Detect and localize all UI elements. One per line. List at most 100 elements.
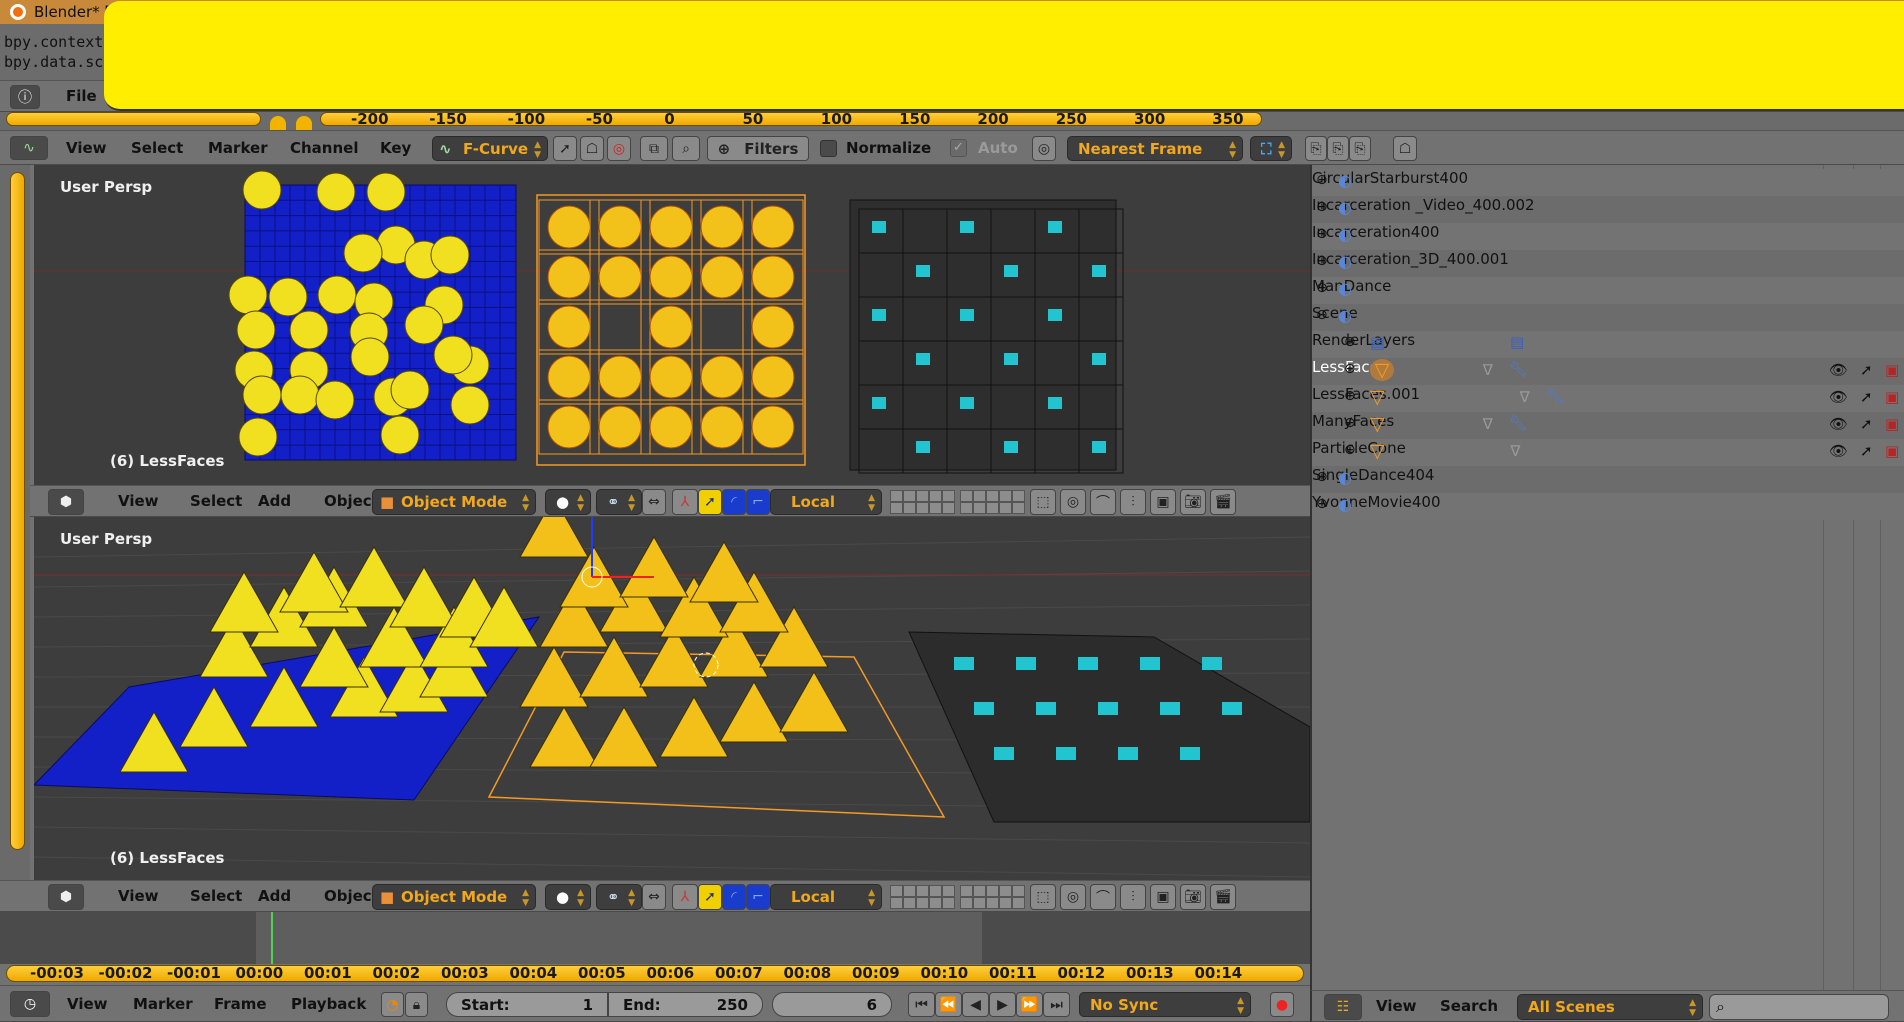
outliner-item[interactable]: ⊕ ▽ ManyFaces ∇ 🔧︎ 👁︎ ➚ ▣ (1312, 412, 1904, 439)
menu-view[interactable]: View (66, 139, 107, 157)
wrench-icon[interactable]: 🔧︎ (1509, 360, 1528, 378)
view3d-editor-icon[interactable]: ⬢ (48, 884, 84, 910)
render-icon[interactable]: 📷︎ (1180, 489, 1206, 515)
layer-button[interactable] (929, 490, 942, 502)
layer-button[interactable] (960, 885, 973, 897)
mesh-data-icon[interactable]: ∇ (1520, 388, 1530, 406)
expand-icon[interactable]: ⊕ (1316, 199, 1328, 215)
pivot-icon[interactable]: ◎ (1032, 136, 1056, 161)
menu-marker[interactable]: Marker (208, 139, 268, 157)
mesh-data-icon[interactable]: ∇ (1483, 415, 1493, 433)
layer-button[interactable] (942, 897, 955, 909)
filters-button[interactable]: ⊕ Filters (707, 136, 809, 161)
ghost-icon[interactable]: ☖ (580, 136, 604, 161)
scale-manipulator-icon[interactable]: ⌐ (746, 489, 770, 515)
layer-button[interactable] (916, 897, 929, 909)
layer-button[interactable] (986, 490, 999, 502)
menu-add[interactable]: Add (258, 887, 291, 905)
pivot-dropdown[interactable]: ⚭ ▲ ▼ (596, 489, 642, 515)
menu-object[interactable]: Object (324, 492, 379, 510)
proportional-edit-icon[interactable]: ◎ (1060, 884, 1086, 910)
objects-icon[interactable]: ⧉ (640, 136, 668, 161)
layer-button[interactable] (973, 897, 986, 909)
shading-dropdown[interactable]: ● ▲ ▼ (545, 489, 591, 515)
outliner-item[interactable]: ⊖ ◐ Scene (1312, 304, 1904, 331)
timeline-editor-icon[interactable]: ◷ (10, 991, 50, 1017)
lock-camera-icon[interactable]: ⬚ (1030, 489, 1056, 515)
menu-view[interactable]: View (1376, 997, 1417, 1015)
start-frame-field[interactable]: Start: 1 (446, 992, 608, 1017)
menu-channel[interactable]: Channel (290, 139, 358, 157)
display-mode-dropdown[interactable]: All Scenes ▲ ▼ (1517, 994, 1703, 1020)
lock-camera-icon[interactable]: ⬚ (1030, 884, 1056, 910)
end-frame-field[interactable]: End: 250 (608, 992, 763, 1017)
layer-button[interactable] (903, 502, 916, 514)
pivot-dropdown[interactable]: ⚭ ▲ ▼ (596, 884, 642, 910)
layer-button[interactable] (986, 885, 999, 897)
outliner-item[interactable]: ⊕ ◐ Incarceration400 (1312, 223, 1904, 250)
object-mode-dropdown[interactable]: ■ Object Mode ▲ ▼ (372, 489, 536, 515)
menu-select[interactable]: Select (190, 492, 242, 510)
magnet-icon[interactable]: ⌒ (1090, 489, 1116, 515)
outliner-editor-icon[interactable]: ☷ (1324, 994, 1362, 1020)
scroll-handle[interactable] (296, 116, 312, 130)
render-icon[interactable]: 📷︎ (1180, 884, 1206, 910)
rotate-manipulator-icon[interactable]: ◜ (722, 884, 746, 910)
layer-button[interactable] (903, 490, 916, 502)
expand-icon[interactable]: ⊕ (1344, 442, 1356, 458)
layer-button[interactable] (903, 885, 916, 897)
outliner-item[interactable]: ⊕ ◐ SingleDance404 (1312, 466, 1904, 493)
manipulator-toggle-icon[interactable]: ⅄ (672, 884, 698, 910)
layer-button[interactable] (999, 502, 1012, 514)
menu-key[interactable]: Key (380, 139, 411, 157)
render-camera-icon[interactable]: ▣ (1885, 415, 1899, 433)
layer-button[interactable] (986, 502, 999, 514)
lifebuoy-icon[interactable]: ◎ (607, 136, 631, 161)
layer-button[interactable] (973, 885, 986, 897)
outliner-item[interactable]: ⊕ ▤ RenderLayers ▤ (1312, 331, 1904, 358)
current-frame-line[interactable] (271, 912, 273, 964)
renderlayer-data-icon[interactable]: ▤ (1510, 333, 1524, 351)
snap-dropdown[interactable]: Nearest Frame ▲ ▼ (1067, 136, 1243, 161)
clapper-icon[interactable]: 🎬︎ (1210, 884, 1236, 910)
horizontal-scrollbar[interactable] (6, 112, 261, 126)
shading-dropdown[interactable]: ● ▲ ▼ (545, 884, 591, 910)
layer-button[interactable] (916, 502, 929, 514)
view-all-icon[interactable]: ⛶ ▲ ▼ (1250, 136, 1292, 161)
menu-frame[interactable]: Frame (214, 995, 267, 1013)
rotate-manipulator-icon[interactable]: ◜ (722, 489, 746, 515)
mode-dropdown[interactable]: ∿ F-Curve ▲ ▼ (432, 136, 548, 161)
sync-dropdown[interactable]: No Sync ▲ ▼ (1079, 992, 1251, 1017)
select-cursor-icon[interactable]: ➚ (1860, 415, 1873, 433)
outliner-item[interactable]: ⊕ ◐ YvonneMovie400 (1312, 493, 1904, 520)
viewport-bottom[interactable]: User Persp (6) LessFaces (34, 517, 1310, 880)
layer-button[interactable] (890, 897, 903, 909)
layer-button[interactable] (942, 502, 955, 514)
expand-icon[interactable]: ⊕ (1344, 361, 1356, 377)
zoom-icon[interactable]: ⌕ (672, 136, 700, 161)
object-mode-dropdown[interactable]: ■ Object Mode ▲ ▼ (372, 884, 536, 910)
frame-ruler[interactable]: -200 -150 -100 -50 0 50 100 150 200 250 300 350 (320, 112, 1262, 126)
info-icon[interactable]: ⓘ (10, 85, 40, 109)
pivot-align-icon[interactable]: ⇔ (642, 884, 666, 910)
layer-button[interactable] (929, 885, 942, 897)
menu-view[interactable]: View (118, 887, 159, 905)
menu-search[interactable]: Search (1440, 997, 1498, 1015)
layer-button[interactable] (929, 897, 942, 909)
outliner-item[interactable]: ⊕ ▽ LessFaces ∇ 🔧︎ 👁︎ ➚ ▣ (1312, 358, 1904, 385)
record-icon[interactable]: ● (1270, 992, 1294, 1017)
expand-icon[interactable]: ⊕ (1316, 280, 1328, 296)
layer-button[interactable] (942, 490, 955, 502)
timeline-area[interactable] (0, 912, 1310, 964)
layer-button[interactable] (986, 897, 999, 909)
layer-button[interactable] (890, 885, 903, 897)
prev-keyframe-icon[interactable]: ⏪ (935, 992, 962, 1017)
proportional-edit-icon[interactable]: ◎ (1060, 489, 1086, 515)
graph-editor-icon[interactable]: ∿ (10, 136, 48, 160)
layer-button[interactable] (916, 885, 929, 897)
magnet-icon[interactable]: ⌒ (1090, 884, 1116, 910)
outliner-item[interactable]: ⊕ ▽ LessFaces.001 ∇ 🔧︎ 👁︎ ➚ ▣ (1312, 385, 1904, 412)
layer-button[interactable] (999, 885, 1012, 897)
layer-button[interactable] (942, 885, 955, 897)
expand-icon[interactable]: ⊕ (1344, 415, 1356, 431)
